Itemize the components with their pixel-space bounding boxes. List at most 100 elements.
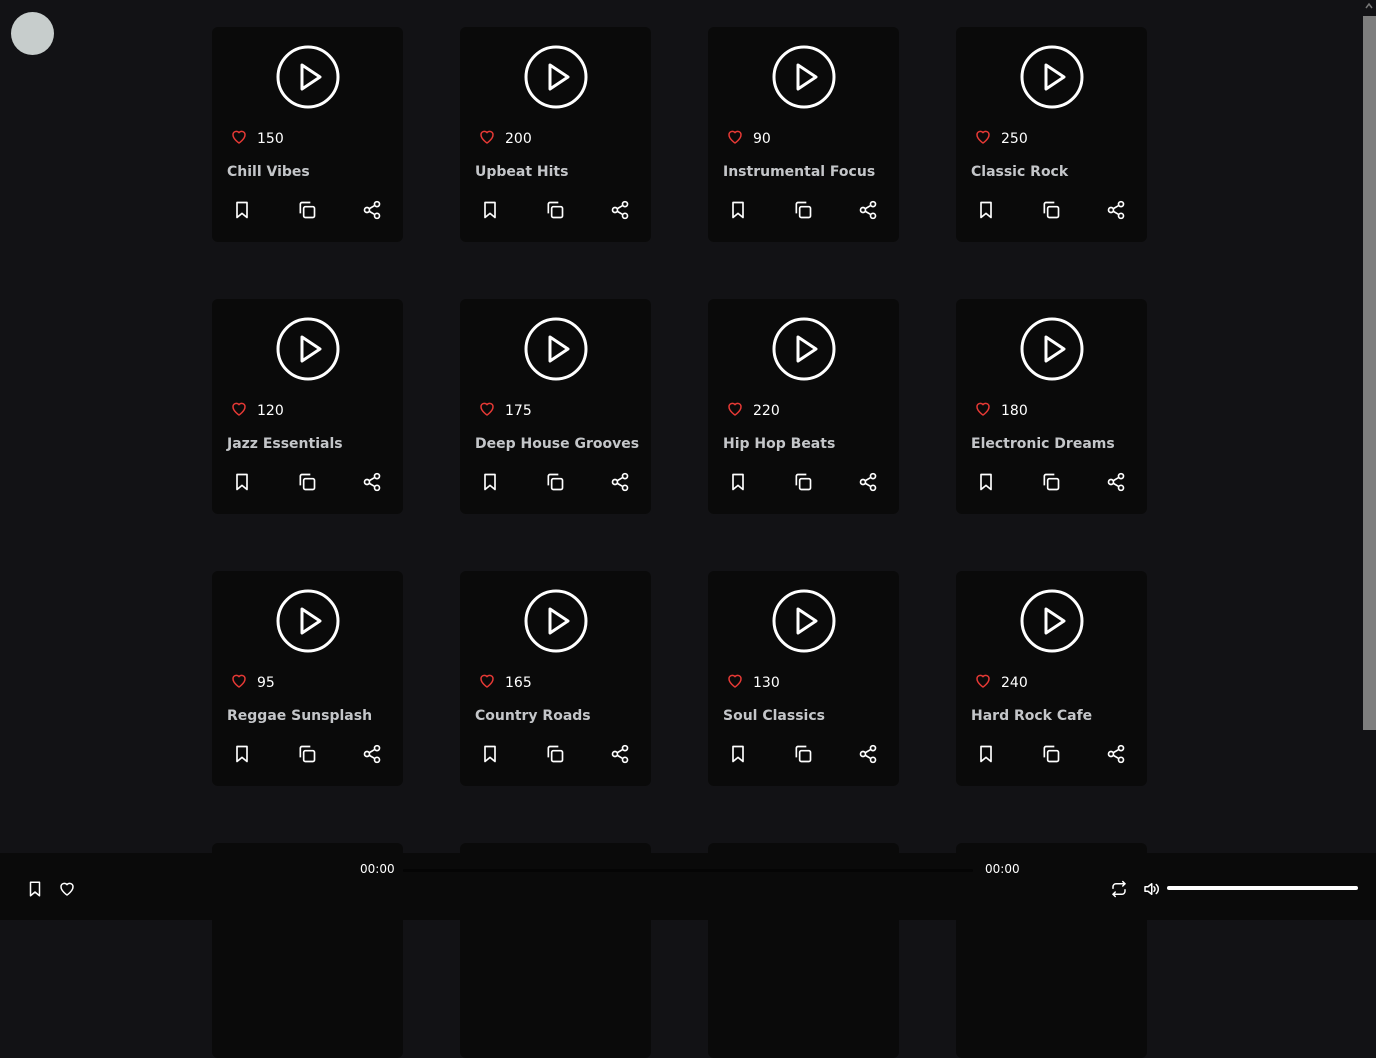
bookmark-icon [29,881,41,897]
heart-icon[interactable] [726,400,753,422]
bookmark-button[interactable] [728,200,748,220]
bookmark-button[interactable] [232,472,252,492]
playlist-card[interactable]: 150 Chill Vibes [212,27,403,242]
copy-button[interactable] [1041,744,1061,764]
heart-icon[interactable] [478,128,505,150]
play-button[interactable] [772,589,836,653]
like-count-value: 165 [505,675,532,691]
scrollbar[interactable] [1362,0,1376,853]
player-like-button[interactable] [58,880,76,902]
play-button[interactable] [524,589,588,653]
share-button[interactable] [610,200,630,220]
heart-icon[interactable] [726,672,753,694]
heart-icon[interactable] [230,400,257,422]
playlist-card[interactable]: 120 Jazz Essentials [212,299,403,514]
copy-button[interactable] [1041,472,1061,492]
copy-button[interactable] [1041,200,1061,220]
share-button[interactable] [362,200,382,220]
playlist-title[interactable]: Reggae Sunsplash [227,708,372,724]
like-count: 165 [478,672,532,694]
heart-icon[interactable] [478,672,505,694]
share-button[interactable] [858,200,878,220]
playlist-card[interactable]: 200 Upbeat Hits [460,27,651,242]
playlist-title[interactable]: Jazz Essentials [227,436,343,452]
bookmark-button[interactable] [976,200,996,220]
bookmark-button[interactable] [232,200,252,220]
heart-icon[interactable] [974,128,1001,150]
share-button[interactable] [1106,472,1126,492]
user-avatar[interactable] [11,12,54,55]
copy-button[interactable] [545,744,565,764]
bookmark-button[interactable] [480,200,500,220]
play-button[interactable] [1020,317,1084,381]
playlist-card[interactable]: 165 Country Roads [460,571,651,786]
bookmark-button[interactable] [480,472,500,492]
play-button[interactable] [1020,45,1084,109]
playlist-title[interactable]: Soul Classics [723,708,825,724]
play-button[interactable] [524,317,588,381]
volume-button[interactable] [1142,880,1160,902]
share-button[interactable] [858,744,878,764]
playlist-card[interactable]: 95 Reggae Sunsplash [212,571,403,786]
heart-icon[interactable] [726,128,753,150]
copy-button[interactable] [297,744,317,764]
heart-icon[interactable] [230,672,257,694]
heart-icon[interactable] [974,400,1001,422]
playlist-title[interactable]: Country Roads [475,708,591,724]
heart-icon[interactable] [974,672,1001,694]
copy-button[interactable] [297,472,317,492]
playlist-title[interactable]: Hard Rock Cafe [971,708,1092,724]
play-button[interactable] [276,589,340,653]
playlist-card[interactable]: 175 Deep House Grooves [460,299,651,514]
playlist-card[interactable]: 240 Hard Rock Cafe [956,571,1147,786]
like-count-value: 200 [505,131,532,147]
share-button[interactable] [1106,200,1126,220]
playlist-title[interactable]: Chill Vibes [227,164,310,180]
bookmark-button[interactable] [976,472,996,492]
share-icon [858,744,878,768]
share-button[interactable] [610,744,630,764]
progress-bar[interactable] [403,869,973,872]
play-button[interactable] [276,45,340,109]
bookmark-button[interactable] [480,744,500,764]
playlist-title[interactable]: Deep House Grooves [475,436,639,452]
bookmark-icon [480,201,500,224]
scroll-up-arrow-icon[interactable] [1364,1,1374,11]
heart-icon[interactable] [478,400,505,422]
playlist-card[interactable]: 90 Instrumental Focus [708,27,899,242]
play-button[interactable] [276,317,340,381]
copy-button[interactable] [297,200,317,220]
volume-slider[interactable] [1167,886,1358,890]
playlist-card[interactable]: 130 Soul Classics [708,571,899,786]
play-button[interactable] [772,317,836,381]
share-button[interactable] [362,472,382,492]
bookmark-button[interactable] [728,744,748,764]
playlist-title[interactable]: Electronic Dreams [971,436,1115,452]
copy-button[interactable] [793,744,813,764]
playlist-title[interactable]: Hip Hop Beats [723,436,835,452]
share-button[interactable] [610,472,630,492]
play-button[interactable] [524,45,588,109]
playlist-card[interactable]: 250 Classic Rock [956,27,1147,242]
share-button[interactable] [858,472,878,492]
playlist-card[interactable]: 220 Hip Hop Beats [708,299,899,514]
copy-button[interactable] [793,472,813,492]
share-button[interactable] [1106,744,1126,764]
bookmark-button[interactable] [232,744,252,764]
playlist-card[interactable]: 180 Electronic Dreams [956,299,1147,514]
playlist-title[interactable]: Classic Rock [971,164,1068,180]
playlist-title[interactable]: Instrumental Focus [723,164,875,180]
copy-button[interactable] [793,200,813,220]
copy-button[interactable] [545,472,565,492]
player-bookmark-button[interactable] [26,880,44,902]
heart-icon[interactable] [230,128,257,150]
scrollbar-thumb[interactable] [1363,16,1376,730]
share-button[interactable] [362,744,382,764]
copy-button[interactable] [545,200,565,220]
playlist-title[interactable]: Upbeat Hits [475,164,568,180]
play-button[interactable] [772,45,836,109]
bookmark-button[interactable] [728,472,748,492]
play-button[interactable] [1020,589,1084,653]
repeat-button[interactable] [1110,880,1128,902]
bookmark-button[interactable] [976,744,996,764]
